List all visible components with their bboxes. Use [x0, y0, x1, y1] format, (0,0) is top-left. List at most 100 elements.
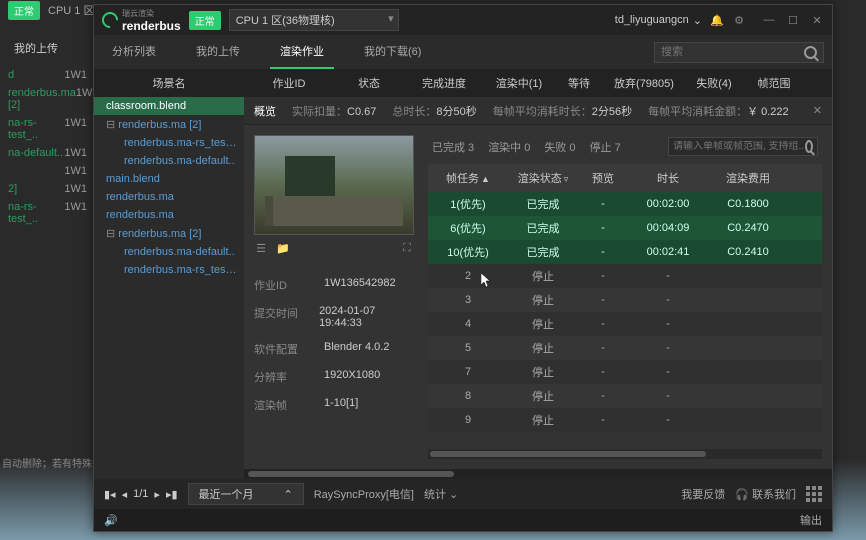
main-scrollbar[interactable]: [244, 469, 832, 479]
frame-header: 帧任务▲ 渲染状态▿ 预览 时长 渲染费用: [428, 164, 822, 192]
output-label[interactable]: 输出: [800, 512, 822, 528]
preview-image[interactable]: [254, 135, 414, 235]
stat-stopped: 停止 7: [590, 139, 621, 155]
frame-row[interactable]: 5 停止 - -: [428, 336, 822, 360]
meta-soft-k: 软件配置: [254, 341, 324, 357]
bg-list-item[interactable]: 2]1W1: [4, 180, 91, 198]
discount-value: C0.67: [347, 106, 376, 118]
folder-icon[interactable]: 📁: [276, 241, 290, 255]
page-prev-icon[interactable]: ◂: [122, 488, 128, 501]
job-column-header[interactable]: 渲染中(1): [484, 75, 554, 91]
main-window: 瑞云渲染 renderbus 正常 CPU 1 区(36物理核) td_liyu…: [93, 4, 833, 532]
frame-search[interactable]: [668, 137, 818, 156]
job-column-header[interactable]: 失败(4): [684, 75, 744, 91]
job-column-header[interactable]: 作业ID: [244, 75, 334, 91]
totaltime-label: 总时长：: [392, 106, 436, 118]
stats-label: 统计: [424, 486, 446, 502]
sort-asc-icon: ▲: [481, 174, 490, 184]
search-input[interactable]: [661, 46, 804, 58]
bg-list-item[interactable]: renderbus.ma [2]1W1: [4, 84, 91, 114]
speaker-icon[interactable]: 🔊: [104, 513, 118, 527]
stat-rendering: 渲染中 0: [488, 139, 530, 155]
job-column-header[interactable]: 放弃(79805): [604, 75, 684, 91]
frame-search-input[interactable]: [673, 141, 805, 152]
bg-list-item[interactable]: na-rs-test_..1W1: [4, 114, 91, 144]
col-preview[interactable]: 预览: [578, 170, 628, 186]
tree-item[interactable]: classroom.blend: [94, 97, 244, 115]
nav-item[interactable]: 我的上传: [186, 35, 250, 69]
footer-secondary: 🔊 输出: [94, 509, 832, 531]
search-icon[interactable]: [805, 140, 813, 153]
meta-res-v: 1920X1080: [324, 369, 380, 385]
footer: ▮◂ ◂ 1/1 ▸ ▸▮ 最近一个月 ⌃ RaySyncProxy[电信] 统…: [94, 479, 832, 509]
headset-icon: 🎧: [735, 488, 749, 501]
close-icon[interactable]: ✕: [810, 13, 824, 27]
job-column-header[interactable]: 帧范围: [744, 75, 804, 91]
bg-list-item[interactable]: d1W1: [4, 66, 91, 84]
gear-icon[interactable]: ⚙: [732, 13, 746, 27]
search-icon[interactable]: [804, 46, 817, 59]
tree-item[interactable]: renderbus.ma [2]: [94, 224, 244, 243]
frame-row[interactable]: 4 停止 - -: [428, 312, 822, 336]
job-column-header[interactable]: 状态: [334, 75, 404, 91]
frame-row[interactable]: 8 停止 - -: [428, 384, 822, 408]
job-column-header[interactable]: 等待: [554, 75, 604, 91]
frame-row[interactable]: 3 停止 - -: [428, 288, 822, 312]
feedback-link[interactable]: 我要反馈: [681, 486, 725, 502]
job-column-header[interactable]: 完成进度: [404, 75, 484, 91]
frame-row[interactable]: 7 停止 - -: [428, 360, 822, 384]
nav-item[interactable]: 分析列表: [102, 35, 166, 69]
bg-list-item[interactable]: 1W1: [4, 162, 91, 180]
meta-frames-k: 渲染帧: [254, 397, 324, 413]
frame-table[interactable]: 1(优先) 已完成 - 00:02:00 C0.1800 6(优先) 已完成 -…: [428, 192, 822, 445]
pager: ▮◂ ◂ 1/1 ▸ ▸▮: [104, 488, 178, 501]
region-select[interactable]: CPU 1 区(36物理核): [229, 9, 399, 31]
notes-icon[interactable]: ☰: [254, 241, 268, 255]
user-menu[interactable]: td_liyuguangcn ⌄: [615, 14, 702, 27]
frame-row[interactable]: 2 停止 - -: [428, 264, 822, 288]
tree-item[interactable]: renderbus.ma: [94, 188, 244, 206]
period-label: 最近一个月: [199, 486, 254, 502]
stats-menu[interactable]: 统计 ⌄: [424, 486, 458, 502]
tree-item[interactable]: renderbus.ma-default..: [94, 243, 244, 261]
titlebar: 瑞云渲染 renderbus 正常 CPU 1 区(36物理核) td_liyu…: [94, 5, 832, 35]
bg-list-item[interactable]: na-default..1W1: [4, 144, 91, 162]
stat-done: 已完成 3: [432, 139, 474, 155]
frame-row[interactable]: 1(优先) 已完成 - 00:02:00 C0.1800: [428, 192, 822, 216]
nav-item[interactable]: 我的下载(6): [354, 35, 431, 69]
page-first-icon[interactable]: ▮◂: [104, 488, 116, 501]
avgcost-label: 每帧平均消耗金额：: [648, 106, 747, 118]
close-detail-icon[interactable]: ✕: [813, 104, 822, 117]
horizontal-scrollbar[interactable]: [428, 449, 822, 459]
tree-item[interactable]: renderbus.ma: [94, 206, 244, 224]
col-cost[interactable]: 渲染费用: [708, 170, 788, 186]
maximize-icon[interactable]: ☐: [786, 13, 800, 27]
navbar: 分析列表我的上传渲染作业我的下载(6): [94, 35, 832, 69]
col-duration[interactable]: 时长: [628, 170, 708, 186]
tree-item[interactable]: renderbus.ma-rs_test_..: [94, 261, 244, 279]
minimize-icon[interactable]: —: [762, 13, 776, 27]
frame-row[interactable]: 9 停止 - -: [428, 408, 822, 432]
qr-icon[interactable]: [806, 486, 822, 502]
meta-frames-v: 1-10[1]: [324, 397, 358, 413]
stat-failed: 失败 0: [544, 139, 575, 155]
scene-tree[interactable]: classroom.blendrenderbus.ma [2]renderbus…: [94, 97, 244, 479]
tree-item[interactable]: renderbus.ma-default..: [94, 152, 244, 170]
tree-item[interactable]: renderbus.ma-rs_test_..: [94, 134, 244, 152]
col-status[interactable]: 渲染状态▿: [508, 170, 578, 186]
fullscreen-icon[interactable]: ⛶: [400, 241, 414, 255]
search-box[interactable]: [654, 42, 824, 63]
bg-list-item[interactable]: na-rs-test_..1W1: [4, 198, 91, 228]
nav-item[interactable]: 渲染作业: [270, 35, 334, 69]
period-select[interactable]: 最近一个月 ⌃: [188, 483, 304, 505]
col-task[interactable]: 帧任务▲: [428, 170, 508, 186]
job-column-header[interactable]: 场景名: [94, 75, 244, 91]
frame-row[interactable]: 6(优先) 已完成 - 00:04:09 C0.2470: [428, 216, 822, 240]
contact-link[interactable]: 🎧 联系我们: [735, 486, 796, 502]
bell-icon[interactable]: 🔔: [710, 13, 724, 27]
page-last-icon[interactable]: ▸▮: [166, 488, 178, 501]
tree-item[interactable]: main.blend: [94, 170, 244, 188]
frame-row[interactable]: 10(优先) 已完成 - 00:02:41 C0.2410: [428, 240, 822, 264]
page-next-icon[interactable]: ▸: [154, 488, 160, 501]
tree-item[interactable]: renderbus.ma [2]: [94, 115, 244, 134]
